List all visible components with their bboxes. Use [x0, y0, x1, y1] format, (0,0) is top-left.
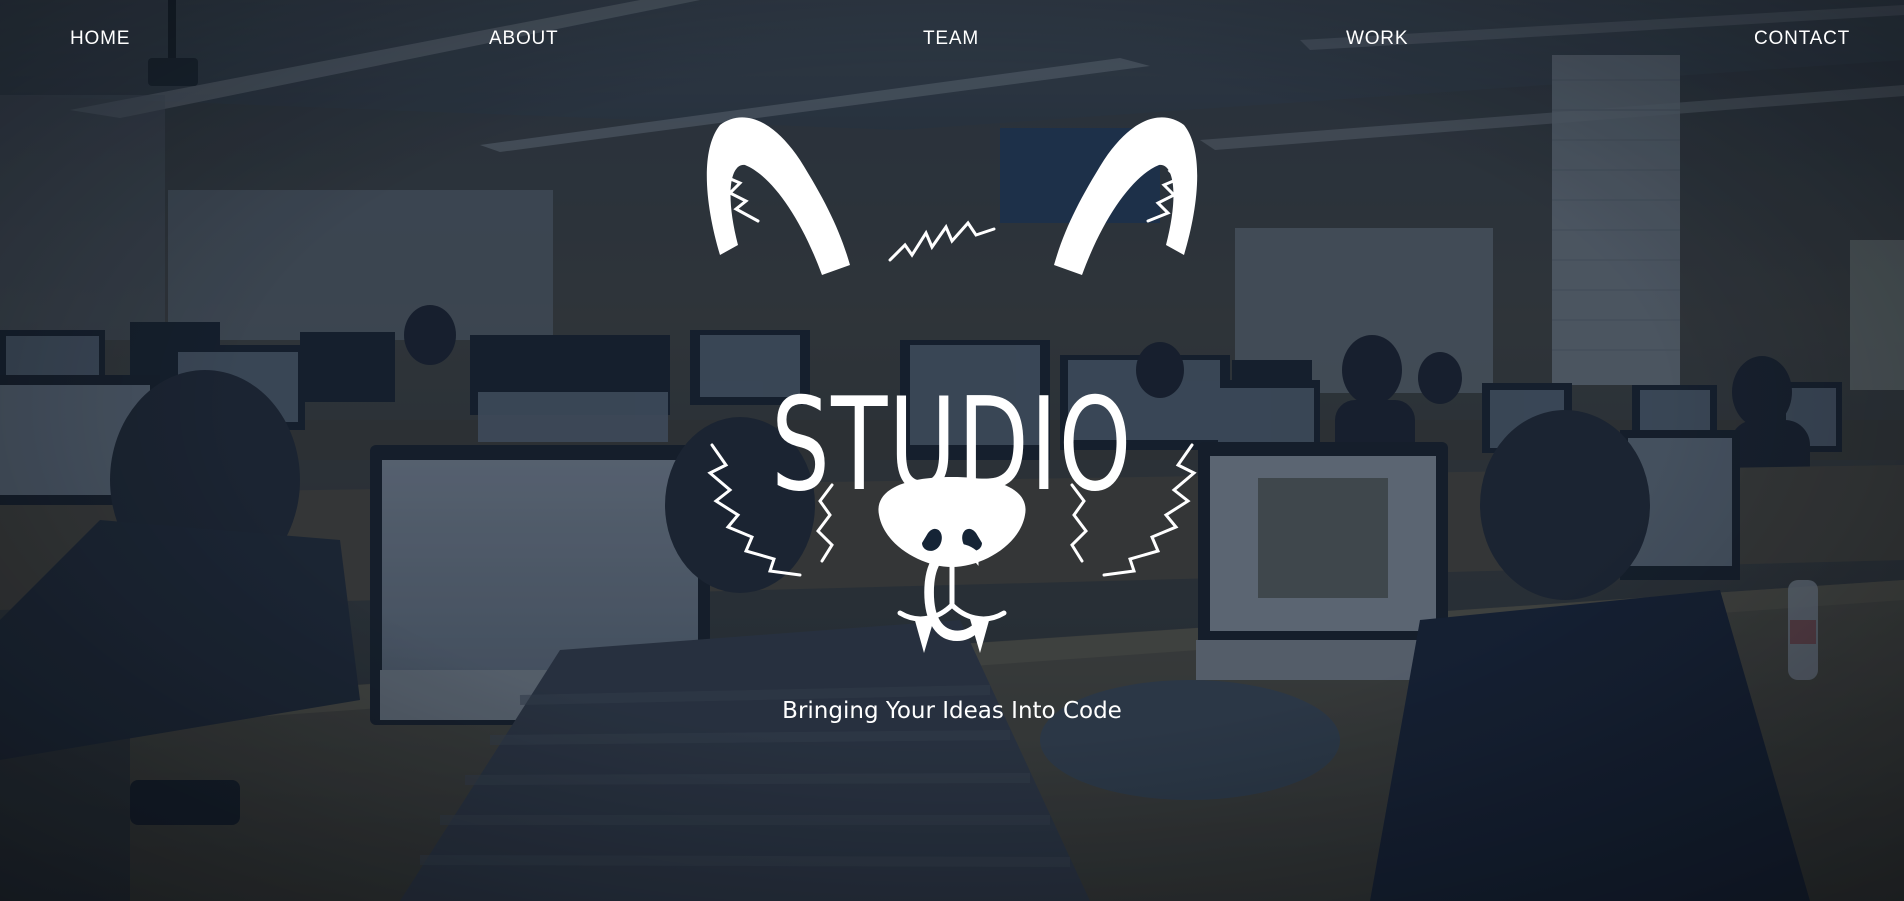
- nav-link-about[interactable]: ABOUT: [489, 28, 558, 50]
- main-navigation: HOME ABOUT TEAM WORK CONTACT: [0, 0, 1904, 80]
- hero-section: HOME ABOUT TEAM WORK CONTACT STUDIO C Br…: [0, 0, 1904, 901]
- nav-link-team[interactable]: TEAM: [923, 28, 979, 50]
- nav-link-work[interactable]: WORK: [1346, 28, 1408, 50]
- nav-link-home[interactable]: HOME: [70, 28, 130, 50]
- nav-link-contact[interactable]: CONTACT: [1754, 28, 1850, 50]
- logo-wordmark: STUDIO C: [771, 371, 1133, 670]
- studio-c-logo: STUDIO C: [700, 105, 1204, 670]
- hero-tagline: Bringing Your Ideas Into Code: [782, 698, 1122, 724]
